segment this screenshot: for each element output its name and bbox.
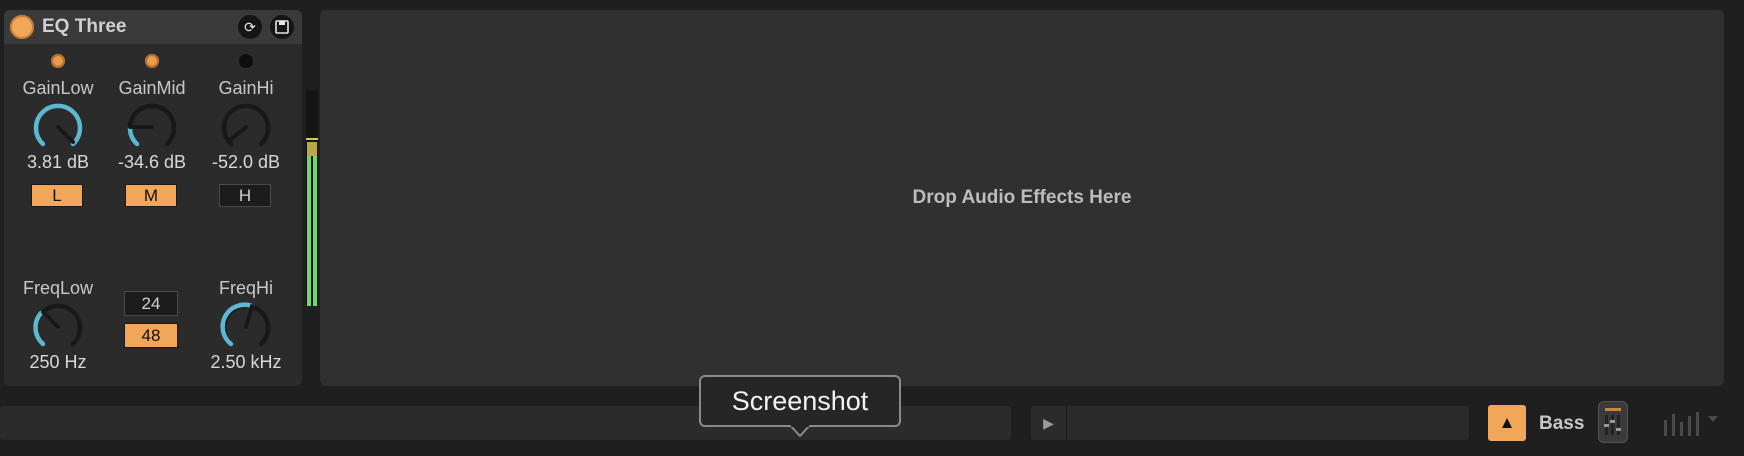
meter-right-bar	[313, 156, 317, 306]
gain-mid-knob[interactable]	[125, 100, 179, 154]
gain-low-led[interactable]	[51, 54, 65, 68]
meter-peak-band	[307, 142, 317, 156]
play-icon[interactable]: ▶	[1031, 406, 1067, 440]
tooltip-text: Screenshot	[731, 385, 869, 416]
device-title: EQ Three	[42, 16, 127, 37]
meter-peak-hold	[306, 138, 318, 140]
gain-mid-label: GainMid	[118, 78, 186, 98]
freq-low-value: 250 Hz	[29, 352, 87, 372]
track-name: Bass	[1539, 413, 1585, 434]
save-icon[interactable]	[270, 15, 294, 39]
screenshot-tooltip: Screenshot	[699, 375, 901, 427]
hi-band-toggle[interactable]: H	[219, 184, 271, 207]
mid-band-toggle[interactable]: M	[125, 184, 177, 207]
freq-hi-knob[interactable]	[219, 300, 273, 354]
chevron-down-icon[interactable]	[1708, 416, 1718, 422]
gain-low-label: GainLow	[22, 78, 94, 98]
clip-preview-area[interactable]	[1031, 406, 1469, 440]
refresh-icon[interactable]: ⟳	[238, 15, 262, 39]
gain-hi-led[interactable]	[239, 54, 253, 68]
slope-48-button[interactable]: 48	[124, 323, 178, 348]
low-band-toggle[interactable]: L	[31, 184, 83, 207]
slope-24-button[interactable]: 24	[124, 291, 178, 316]
freq-low-knob[interactable]	[31, 300, 85, 354]
gain-mid-led[interactable]	[145, 54, 159, 68]
gain-hi-value: -52.0 dB	[211, 152, 281, 172]
meter-left-bar	[307, 156, 311, 306]
level-meter	[306, 90, 318, 306]
audio-effects-drop-zone[interactable]: Drop Audio Effects Here	[320, 10, 1724, 386]
gain-hi-label: GainHi	[218, 78, 274, 98]
freq-low-label: FreqLow	[22, 278, 94, 298]
device-power-button[interactable]	[10, 15, 34, 39]
warning-triangle-icon[interactable]: ▲	[1488, 405, 1526, 441]
tooltip-pointer	[790, 425, 810, 437]
mixer-icon[interactable]	[1598, 401, 1628, 443]
bars-icon[interactable]	[1660, 410, 1724, 436]
freq-hi-value: 2.50 kHz	[210, 352, 282, 372]
gain-mid-value: -34.6 dB	[117, 152, 187, 172]
gain-hi-knob[interactable]	[219, 100, 273, 154]
gain-low-knob[interactable]	[31, 100, 85, 154]
freq-hi-label: FreqHi	[218, 278, 273, 298]
drop-zone-text: Drop Audio Effects Here	[912, 187, 1132, 208]
gain-low-value: 3.81 dB	[26, 152, 90, 172]
